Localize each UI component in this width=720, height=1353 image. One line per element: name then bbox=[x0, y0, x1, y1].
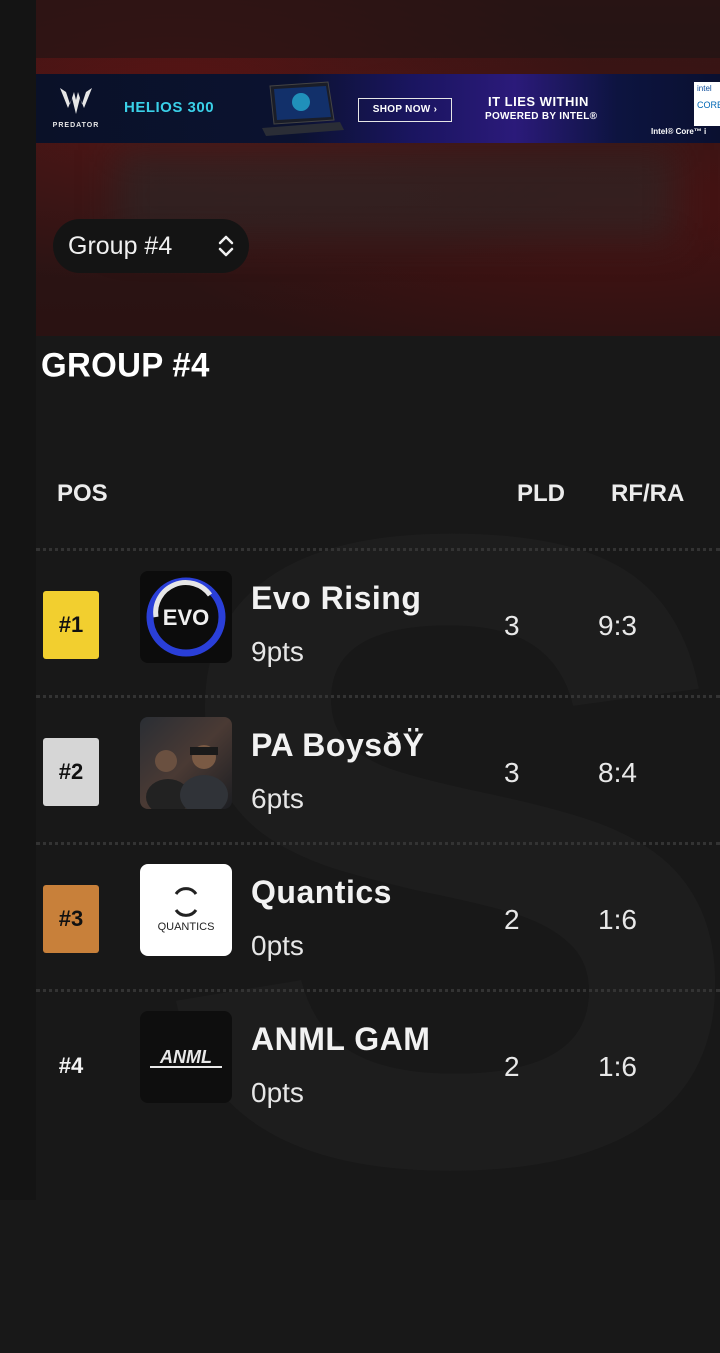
chevron-up-down-icon bbox=[218, 235, 234, 257]
logo-text: EVO bbox=[163, 605, 209, 630]
rf-ra-score: 9:3 bbox=[598, 610, 637, 641]
ad-fine-print: Intel® Core™ i bbox=[651, 127, 707, 136]
played-count: 3 bbox=[504, 757, 520, 788]
team-points: 9pts bbox=[251, 636, 304, 667]
played-count: 3 bbox=[504, 610, 520, 641]
position-badge: #2 bbox=[43, 738, 99, 806]
intel-badge-core: CORE bbox=[697, 100, 720, 110]
team-name[interactable]: Quantics bbox=[251, 874, 441, 911]
predator-logo-icon bbox=[60, 88, 92, 114]
ad-tagline: IT LIES WITHIN bbox=[488, 94, 589, 109]
table-row[interactable]: #3 QUANTICS Quantics 0pts 2 1:6 bbox=[0, 846, 720, 992]
team-logo: QUANTICS bbox=[140, 864, 232, 956]
team-points: 0pts bbox=[251, 930, 304, 961]
team-name[interactable]: ANML GAM bbox=[251, 1021, 441, 1058]
hero-topbar bbox=[36, 0, 720, 58]
logo-text: ANML bbox=[159, 1047, 212, 1067]
shop-now-button[interactable]: SHOP NOW › bbox=[358, 98, 452, 122]
ad-banner[interactable]: PREDATOR HELIOS 300 SHOP NOW › IT LIES W… bbox=[36, 74, 720, 143]
header-pos: POS bbox=[57, 480, 108, 507]
rf-ra-score: 8:4 bbox=[598, 757, 637, 788]
team-name[interactable]: Evo Rising bbox=[251, 580, 441, 617]
ad-product: HELIOS 300 bbox=[124, 99, 215, 116]
predator-logo: PREDATOR bbox=[48, 84, 104, 134]
divider bbox=[36, 695, 720, 698]
ad-brand: PREDATOR bbox=[52, 122, 100, 129]
divider bbox=[36, 989, 720, 992]
team-logo: EVO bbox=[140, 571, 232, 663]
evo-logo-icon: EVO bbox=[146, 577, 226, 657]
team-points: 0pts bbox=[251, 1077, 304, 1108]
team-photo-icon bbox=[146, 745, 228, 809]
intel-badge-top: intel bbox=[697, 84, 712, 93]
ad-powered-by: POWERED BY INTEL® bbox=[485, 111, 598, 122]
divider bbox=[36, 842, 720, 845]
group-selector-label: Group #4 bbox=[68, 232, 173, 260]
logo-text: QUANTICS bbox=[158, 921, 215, 933]
position-badge: #1 bbox=[43, 591, 99, 659]
position-badge: #3 bbox=[43, 885, 99, 953]
rf-ra-score: 1:6 bbox=[598, 1051, 637, 1082]
played-count: 2 bbox=[504, 904, 520, 935]
team-logo bbox=[140, 717, 232, 809]
played-count: 2 bbox=[504, 1051, 520, 1082]
anml-logo-icon: ANML bbox=[150, 1047, 222, 1068]
team-name[interactable]: PA BoysðŸ bbox=[251, 727, 441, 764]
team-points: 6pts bbox=[251, 783, 304, 814]
intel-badge: intel CORE bbox=[694, 82, 720, 126]
header-pld: PLD bbox=[517, 480, 565, 507]
quantics-logo-icon: QUANTICS bbox=[158, 887, 215, 933]
table-row[interactable]: #1 EVO Evo Rising 9pts 3 9:3 bbox=[0, 552, 720, 698]
laptop-image bbox=[262, 81, 344, 136]
table-row[interactable]: #4 ANML ANML GAM 0pts 2 1:6 bbox=[0, 993, 720, 1139]
divider bbox=[36, 548, 720, 551]
rf-ra-score: 1:6 bbox=[598, 904, 637, 935]
header-rfra: RF/RA bbox=[611, 480, 685, 507]
page-title: GROUP #4 bbox=[41, 345, 210, 384]
table-row[interactable]: #2 PA BoysðŸ 6pts 3 8:4 bbox=[0, 699, 720, 845]
group-selector[interactable]: Group #4 bbox=[53, 219, 249, 273]
team-logo: ANML bbox=[140, 1011, 232, 1103]
position-badge: #4 bbox=[58, 1053, 84, 1078]
hero-banner bbox=[36, 0, 720, 336]
